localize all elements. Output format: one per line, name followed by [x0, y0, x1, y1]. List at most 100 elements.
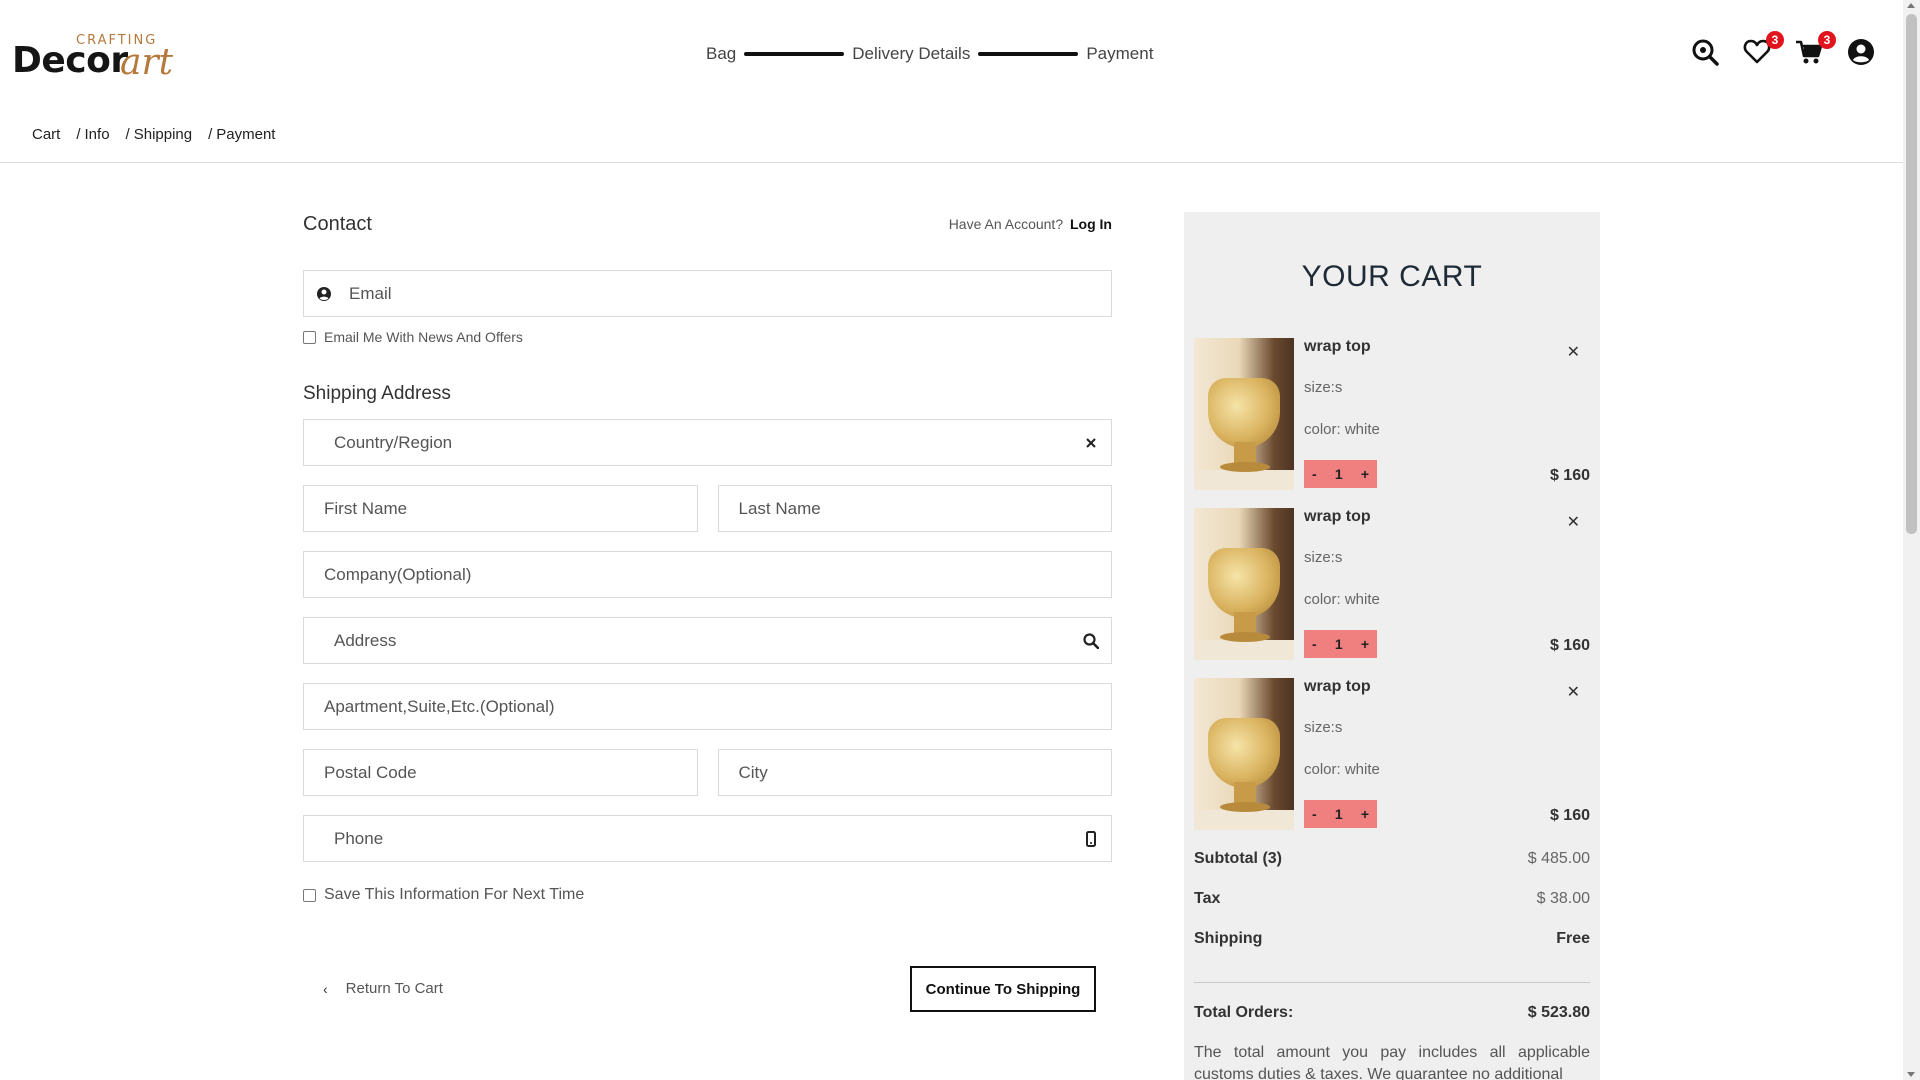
contact-title: Contact [303, 212, 372, 235]
product-name[interactable]: wrap top [1304, 508, 1371, 526]
tax-value: $ 38.00 [1536, 890, 1590, 907]
product-image[interactable] [1194, 508, 1294, 660]
duties-note: The total amount you pay includes all ap… [1194, 1044, 1590, 1080]
address-input[interactable] [304, 618, 1111, 663]
total-label: Total Orders: [1194, 1004, 1294, 1021]
company-input[interactable] [304, 552, 1111, 597]
decrement-button[interactable]: - [1312, 466, 1317, 482]
breadcrumb-info[interactable]: Info [85, 126, 110, 143]
login-link[interactable]: Log In [1070, 216, 1112, 232]
product-name[interactable]: wrap top [1304, 678, 1371, 696]
breadcrumb: Cart / Info / Shipping / Payment [32, 126, 291, 143]
return-label: Return To Cart [345, 980, 443, 997]
cart-item: wrap top ✕ size:s color: white - 1 + $ 1… [1194, 508, 1590, 660]
shipping-row: Shipping Free [1194, 930, 1590, 948]
page-scrollbar[interactable] [1903, 0, 1920, 1080]
product-price: $ 160 [1549, 637, 1590, 654]
tax-label: Tax [1194, 890, 1221, 907]
name-row [303, 485, 1112, 532]
total-value: $ 523.80 [1527, 1004, 1590, 1021]
breadcrumb-payment[interactable]: Payment [216, 126, 275, 143]
user-icon [1848, 39, 1874, 65]
quantity-value: 1 [1334, 466, 1343, 482]
product-price: $ 160 [1549, 807, 1590, 824]
breadcrumb-cart[interactable]: Cart [32, 126, 60, 143]
decrement-button[interactable]: - [1312, 806, 1317, 822]
checkout-form: Contact Have An Account? Log In Email Me… [303, 208, 1112, 1012]
product-name[interactable]: wrap top [1304, 338, 1371, 356]
city-input[interactable] [718, 750, 1111, 795]
account-button[interactable] [1846, 37, 1876, 67]
email-field [303, 270, 1112, 317]
city-field [717, 749, 1112, 796]
search-button[interactable] [1690, 37, 1720, 67]
product-size: size:s [1304, 379, 1343, 396]
scroll-down-icon[interactable] [1907, 1072, 1915, 1077]
cart-item: wrap top ✕ size:s color: white - 1 + $ 1… [1194, 338, 1590, 490]
postal-code-input[interactable] [304, 750, 697, 795]
step-connector [978, 52, 1079, 56]
scrollbar-thumb[interactable] [1906, 14, 1917, 534]
newsletter-checkbox[interactable] [303, 330, 316, 344]
close-icon[interactable] [1083, 435, 1099, 451]
phone-input[interactable] [304, 816, 1111, 861]
quantity-stepper: - 1 + [1304, 460, 1377, 488]
postal-code-field [303, 749, 698, 796]
step-connector [744, 52, 845, 56]
breadcrumb-separator: / [76, 126, 81, 143]
phone-field [303, 815, 1112, 862]
breadcrumb-separator: / [125, 126, 130, 143]
first-name-input[interactable] [304, 486, 697, 531]
user-circle-icon [317, 287, 331, 301]
product-image[interactable] [1194, 678, 1294, 830]
increment-button[interactable]: + [1361, 466, 1369, 482]
site-header: CRAFTING Decor art Bag Delivery Details … [0, 0, 1903, 163]
logo-accent: art [120, 42, 174, 83]
quantity-value: 1 [1334, 636, 1343, 652]
product-size: size:s [1304, 719, 1343, 736]
remove-item-icon[interactable]: ✕ [1567, 342, 1580, 361]
continue-to-shipping-button[interactable]: Continue To Shipping [910, 966, 1096, 1012]
country-select[interactable] [304, 420, 1111, 465]
shipping-title: Shipping Address [303, 383, 451, 404]
scroll-up-icon[interactable] [1907, 3, 1915, 8]
newsletter-label: Email Me With News And Offers [324, 329, 523, 345]
increment-button[interactable]: + [1361, 806, 1369, 822]
step-bag[interactable]: Bag [706, 44, 736, 64]
last-name-input[interactable] [718, 486, 1111, 531]
save-info-checkbox[interactable] [303, 888, 316, 902]
product-image[interactable] [1194, 338, 1294, 490]
cart-button[interactable]: 3 [1794, 31, 1836, 67]
chevron-left-icon: ‹ [323, 980, 328, 997]
return-to-cart-link[interactable]: ‹ Return To Cart [323, 980, 443, 997]
email-input[interactable] [304, 271, 1111, 316]
step-payment[interactable]: Payment [1086, 44, 1153, 64]
increment-button[interactable]: + [1361, 636, 1369, 652]
save-info-row: Save This Information For Next Time [303, 886, 1112, 904]
search-icon [1692, 39, 1719, 66]
cart-item: wrap top ✕ size:s color: white - 1 + $ 1… [1194, 678, 1590, 830]
newsletter-row: Email Me With News And Offers [303, 329, 1112, 345]
wishlist-button[interactable]: 3 [1742, 31, 1784, 67]
wishlist-count-badge: 3 [1766, 31, 1784, 49]
subtotal-label: Subtotal (3) [1194, 850, 1282, 867]
mobile-phone-icon [1086, 831, 1096, 847]
search-icon[interactable] [1083, 633, 1099, 649]
brand-logo[interactable]: CRAFTING Decor art [12, 28, 192, 83]
checkout-progress: Bag Delivery Details Payment [706, 42, 1153, 66]
form-actions: ‹ Return To Cart Continue To Shipping [303, 966, 1112, 1014]
breadcrumb-separator: / [208, 126, 213, 143]
apartment-input[interactable] [304, 684, 1111, 729]
quantity-value: 1 [1334, 806, 1343, 822]
remove-item-icon[interactable]: ✕ [1567, 512, 1580, 531]
summary-divider [1194, 982, 1590, 983]
total-row: Total Orders: $ 523.80 [1194, 1004, 1590, 1022]
product-price: $ 160 [1549, 467, 1590, 484]
remove-item-icon[interactable]: ✕ [1567, 682, 1580, 701]
breadcrumb-shipping[interactable]: Shipping [134, 126, 192, 143]
first-name-field [303, 485, 698, 532]
decrement-button[interactable]: - [1312, 636, 1317, 652]
product-color: color: white [1304, 591, 1380, 608]
step-delivery-details[interactable]: Delivery Details [852, 44, 970, 64]
last-name-field [717, 485, 1112, 532]
